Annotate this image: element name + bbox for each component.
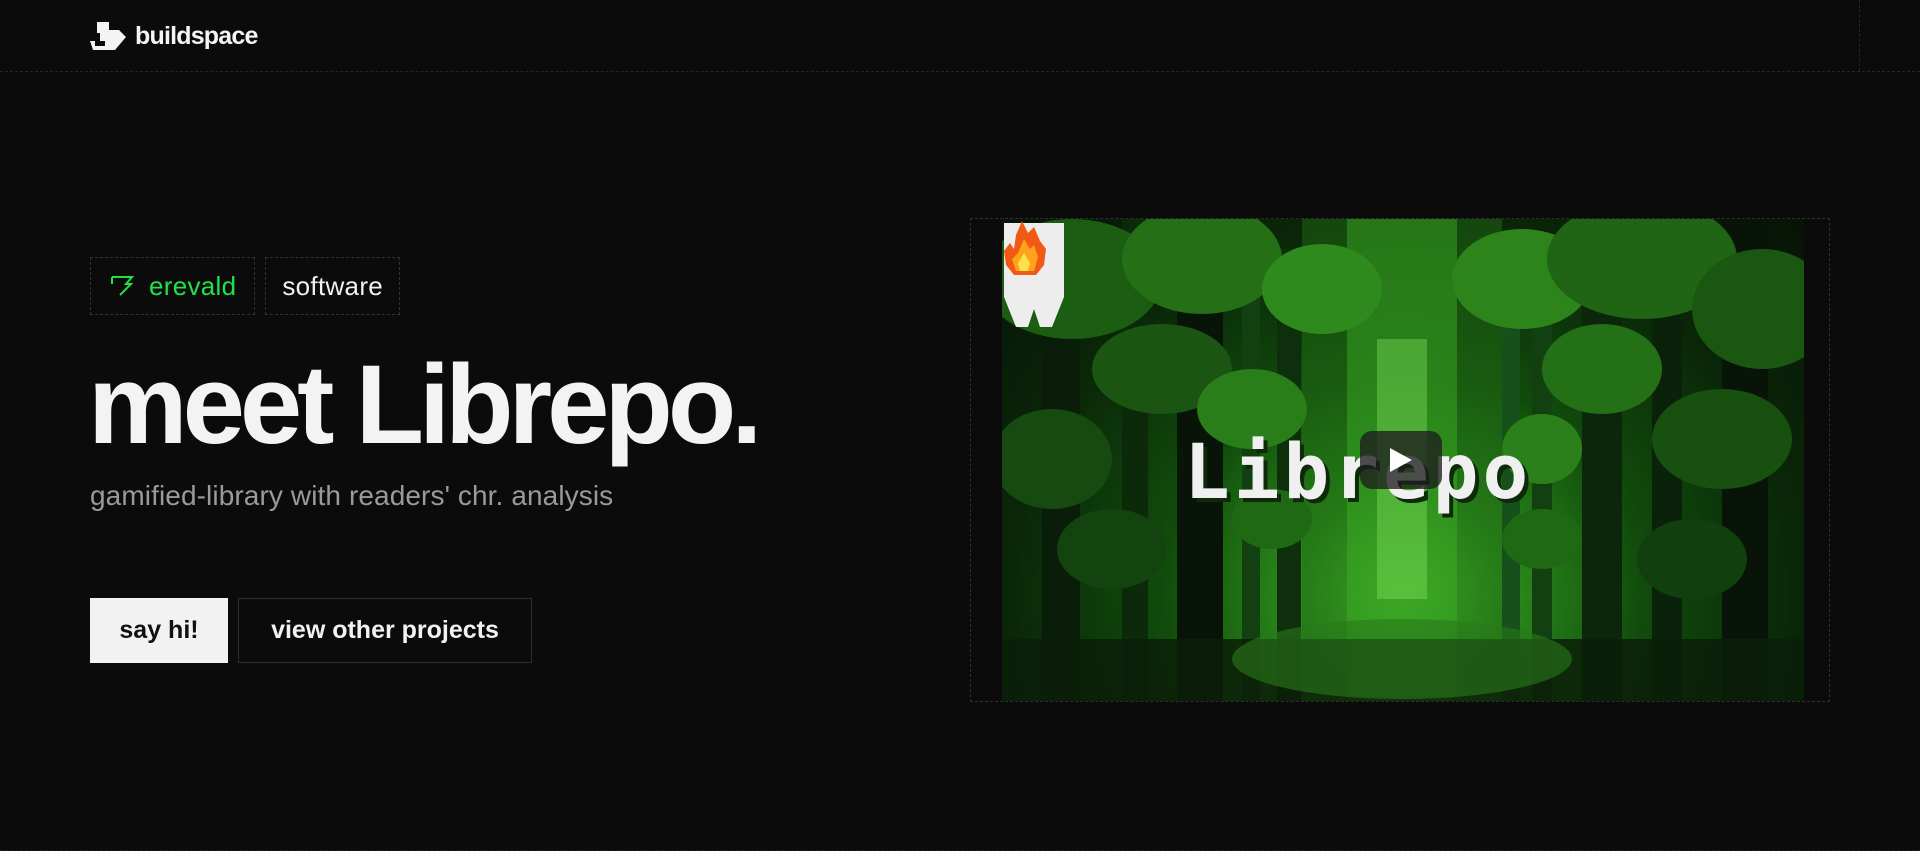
play-icon <box>1390 448 1412 472</box>
view-other-projects-button[interactable]: view other projects <box>238 598 532 663</box>
flag-icon <box>111 276 135 296</box>
fire-icon <box>1004 221 1046 275</box>
author-name: erevald <box>149 270 237 301</box>
category-label: software <box>282 270 384 301</box>
brand-link[interactable]: buildspace <box>89 19 258 53</box>
project-subtitle: gamified-library with readers' chr. anal… <box>90 480 614 511</box>
say-hi-button[interactable]: say hi! <box>90 598 228 663</box>
project-tags: erevald software <box>90 257 401 315</box>
category-tag[interactable]: software <box>265 257 401 315</box>
brand-name: buildspace <box>135 21 258 50</box>
video-player[interactable]: Librepo <box>1002 219 1804 701</box>
play-button[interactable] <box>1360 431 1442 489</box>
author-tag[interactable]: erevald <box>90 257 256 315</box>
buildspace-logo-icon <box>90 22 126 50</box>
site-header: buildspace <box>0 0 1920 72</box>
video-title-text: Librepo <box>1184 427 1533 516</box>
page: buildspace erevald software meet Librepo… <box>0 0 1920 851</box>
page-title: meet Librepo. <box>88 342 762 467</box>
header-divider <box>1859 0 1860 71</box>
